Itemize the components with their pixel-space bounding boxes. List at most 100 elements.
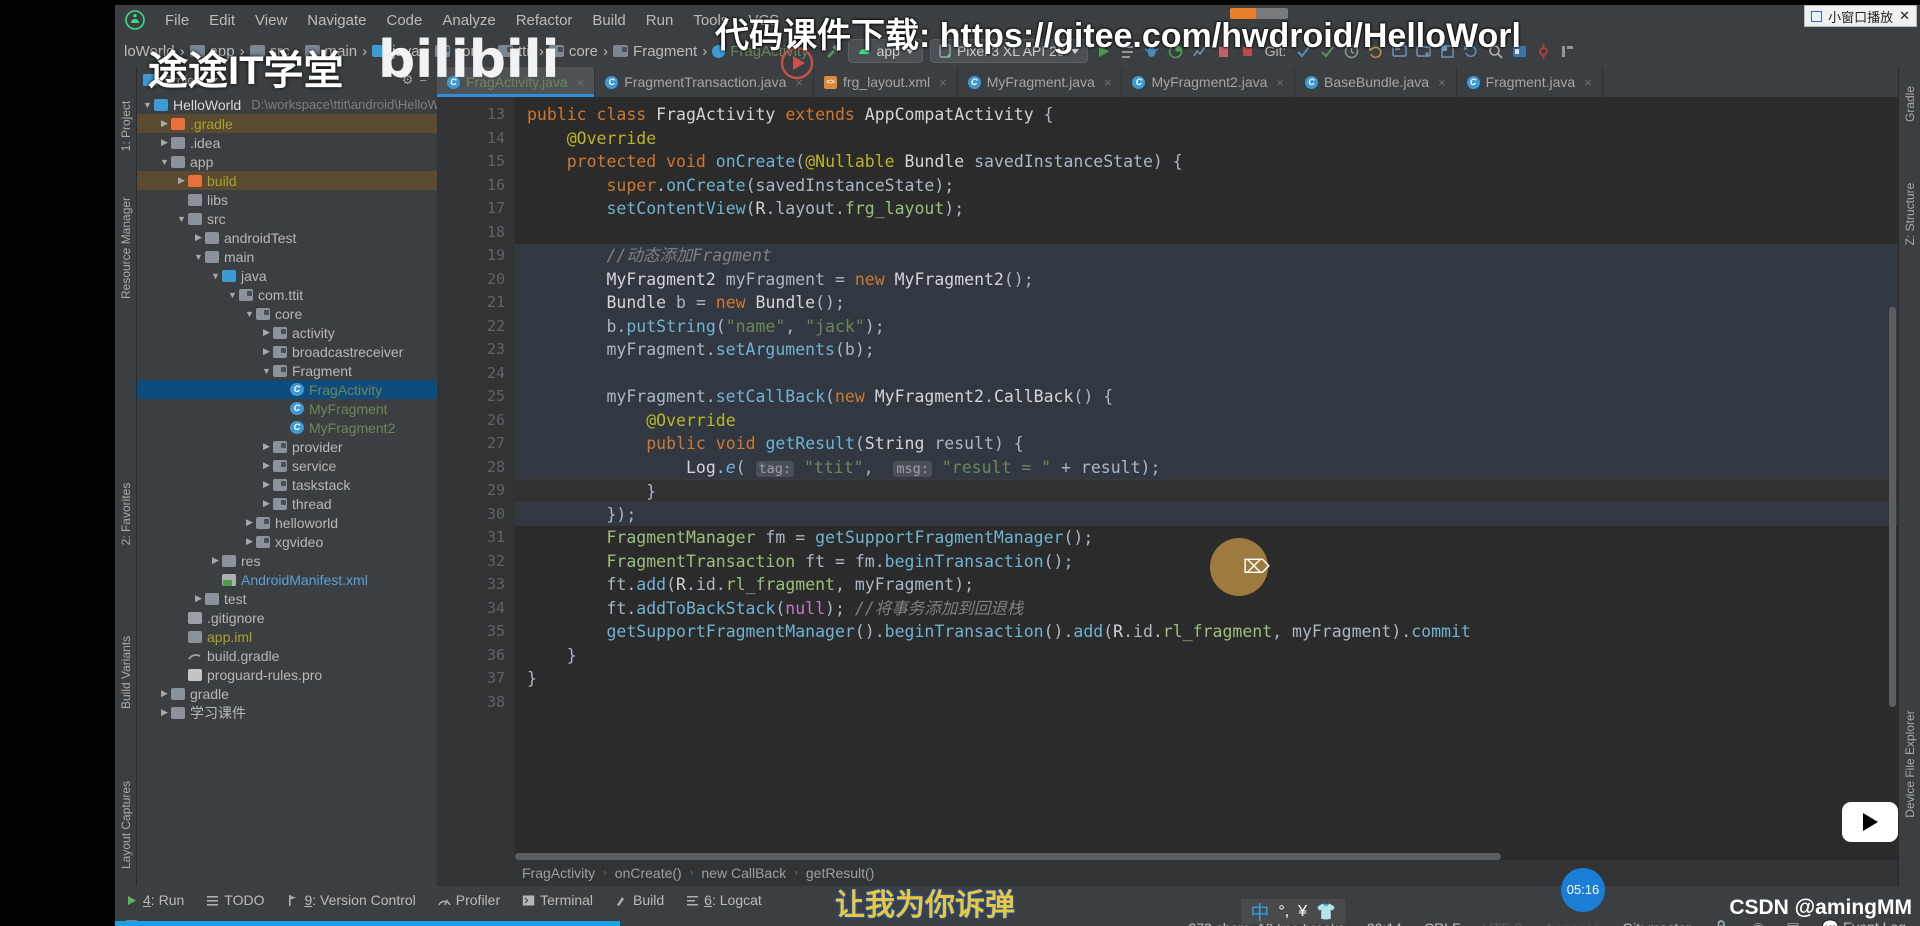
search-everywhere-icon[interactable] [1487, 43, 1504, 60]
chevron-right-icon[interactable]: ▶ [260, 441, 273, 452]
tree-item-myfragment[interactable]: MyFragment [137, 399, 437, 418]
sidebar-tab-device-file-explorer[interactable]: Device File Explorer [1903, 699, 1917, 829]
event-log-button[interactable]: 💬 Event Log [1822, 919, 1906, 926]
code-line[interactable] [515, 221, 1898, 245]
run-with-coverage-icon[interactable] [1167, 43, 1184, 60]
ime-status-bar[interactable]: 中 °, ¥ 👕 [1241, 899, 1345, 924]
float-window-widget[interactable]: 小窗口播放 ✕ [1804, 5, 1917, 27]
editor-tab-frg-layout-xml[interactable]: frg_layout.xml × [814, 67, 958, 97]
sync-gradle-icon[interactable] [1463, 43, 1480, 60]
tree-item-proguard-rules-pro[interactable]: proguard-rules.pro [137, 665, 437, 684]
sidebar-tab-gradle[interactable]: Gradle [1903, 69, 1917, 139]
chevron-right-icon[interactable]: ▶ [158, 688, 171, 699]
editor-tab-myfragment-java[interactable]: MyFragment.java × [958, 67, 1123, 97]
editor-code-area[interactable]: 13 14 15 16 17 18 19 20 21 22 23 24 25 26 27 28 29 30 31 32… [437, 97, 1898, 860]
chevron-right-icon[interactable]: ▶ [260, 327, 273, 338]
history-icon[interactable] [1343, 43, 1360, 60]
chevron-right-icon[interactable]: ▶ [243, 536, 256, 547]
code-breadcrumb-item[interactable]: getResult() [806, 865, 874, 881]
chevron-right-icon[interactable]: ▶ [158, 118, 171, 129]
tree-item--idea[interactable]: ▶ .idea [137, 133, 437, 152]
tree-item-androidmanifest-xml[interactable]: AndroidManifest.xml [137, 570, 437, 589]
menu-item-file[interactable]: File [155, 8, 199, 33]
tool-window-logcat[interactable]: 6: Logcat [686, 892, 762, 908]
menu-item-build[interactable]: Build [582, 8, 635, 33]
code-breadcrumb-item[interactable]: onCreate() [615, 865, 682, 881]
editor-gutter[interactable]: 13 14 15 16 17 18 19 20 21 22 23 24 25 26 27 28 29 30 31 32… [437, 97, 515, 860]
layout-inspector-icon[interactable] [1439, 43, 1456, 60]
breadcrumb-src[interactable]: src [247, 42, 293, 61]
status-line-separator[interactable]: CRLF [1424, 920, 1461, 926]
sidebar-tab-resource-manager[interactable]: Resource Manager [119, 197, 133, 299]
breadcrumb-fragment[interactable]: Fragment [610, 42, 700, 61]
tree-item-res[interactable]: ▶ res [137, 551, 437, 570]
code-line[interactable]: //动态添加Fragment [515, 244, 1898, 268]
run-configuration-selector[interactable]: app [847, 39, 923, 63]
tree-item-libs[interactable]: libs [137, 190, 437, 209]
tree-item-androidtest[interactable]: ▶ androidTest [137, 228, 437, 247]
editor-tab-fragactivity-java[interactable]: FragActivity.java × [437, 67, 596, 97]
chevron-right-icon[interactable]: ▶ [192, 593, 205, 604]
editor-vertical-scrollbar[interactable] [1889, 307, 1896, 707]
hammer-icon[interactable] [824, 43, 841, 60]
chevron-right-icon[interactable]: ▶ [260, 460, 273, 471]
ime-mode-label[interactable]: 中 [1250, 898, 1269, 925]
tree-item--[interactable]: ▶ 学习课件 [137, 703, 437, 722]
chrome-icon[interactable]: ◉ [1752, 919, 1764, 926]
menu-item-vcs[interactable]: VCS [738, 8, 789, 33]
tree-item--gitignore[interactable]: .gitignore [137, 608, 437, 627]
code-line[interactable] [515, 691, 1898, 715]
code-line[interactable]: @Override [515, 408, 1898, 432]
code-line[interactable]: } [515, 479, 1898, 503]
tree-item-gradle[interactable]: ▶ gradle [137, 684, 437, 703]
commit-icon[interactable] [1319, 43, 1336, 60]
editor-horizontal-scrollbar[interactable] [515, 853, 1884, 860]
menu-item-navigate[interactable]: Navigate [297, 8, 376, 33]
code-line[interactable]: }); [515, 502, 1898, 526]
sidebar-tab-layout-captures[interactable]: Layout Captures [119, 781, 133, 869]
tree-item-helloworld[interactable]: ▶ helloworld [137, 513, 437, 532]
code-breadcrumb-item[interactable]: FragActivity [522, 865, 595, 881]
sdk-manager-icon[interactable] [1415, 43, 1432, 60]
status-git-branch[interactable]: Git: master [1622, 920, 1690, 926]
tree-item-taskstack[interactable]: ▶ taskstack [137, 475, 437, 494]
tree-item-fragment[interactable]: ▼ Fragment [137, 361, 437, 380]
breadcrumb-main[interactable]: main [302, 42, 361, 61]
chevron-right-icon[interactable]: ▶ [260, 346, 273, 357]
code-line[interactable]: } [515, 644, 1898, 668]
ime-skin-icon[interactable]: 👕 [1316, 902, 1336, 922]
debug-icon[interactable] [1143, 43, 1160, 60]
project-tree[interactable]: ▼ HelloWorld D:\workspace\ttit\android\Hel… [137, 93, 437, 886]
code-line[interactable]: public class FragActivity extends AppCom… [515, 103, 1898, 127]
code-line[interactable]: FragmentTransaction ft = fm.beginTransac… [515, 550, 1898, 574]
close-icon[interactable]: × [1584, 75, 1592, 90]
code-line[interactable]: FragmentManager fm = getSupportFragmentM… [515, 526, 1898, 550]
memory-icon[interactable]: ▤ [1786, 919, 1799, 926]
chevron-down-icon[interactable]: ▼ [226, 290, 239, 300]
code-line[interactable]: getSupportFragmentManager().beginTransac… [515, 620, 1898, 644]
tree-item-build-gradle[interactable]: build.gradle [137, 646, 437, 665]
play-button-overlay[interactable] [780, 46, 814, 80]
tool-window-build[interactable]: Build [615, 892, 664, 908]
breadcrumb-helloworld[interactable]: loWorld [121, 42, 178, 61]
chevron-down-icon[interactable]: ▼ [158, 157, 171, 167]
breadcrumb-app[interactable]: app [187, 42, 238, 61]
menu-item-run[interactable]: Run [636, 8, 684, 33]
editor-code[interactable]: public class FragActivity extends AppCom… [515, 97, 1898, 860]
tree-item-main[interactable]: ▼ main [137, 247, 437, 266]
tree-item-xgvideo[interactable]: ▶ xgvideo [137, 532, 437, 551]
tool-window-todo[interactable]: TODO [206, 892, 264, 908]
code-line[interactable]: Bundle b = new Bundle(); [515, 291, 1898, 315]
menu-item-view[interactable]: View [245, 8, 297, 33]
tool-window-profiler[interactable]: Profiler [438, 892, 500, 908]
chevron-down-icon[interactable]: ▼ [209, 271, 222, 281]
breadcrumb-java[interactable]: java [369, 42, 423, 61]
code-line[interactable]: ft.addToBackStack(null); //将事务添加到回退栈 [515, 597, 1898, 621]
close-icon[interactable]: × [1438, 75, 1446, 90]
close-icon[interactable]: × [1276, 75, 1284, 90]
menu-item-tools[interactable]: Tools [683, 8, 738, 33]
code-line[interactable]: protected void onCreate(@Nullable Bundle… [515, 150, 1898, 174]
tree-item-app-iml[interactable]: app.iml [137, 627, 437, 646]
tree-item-activity[interactable]: ▶ activity [137, 323, 437, 342]
close-icon[interactable]: ✕ [1899, 8, 1910, 24]
